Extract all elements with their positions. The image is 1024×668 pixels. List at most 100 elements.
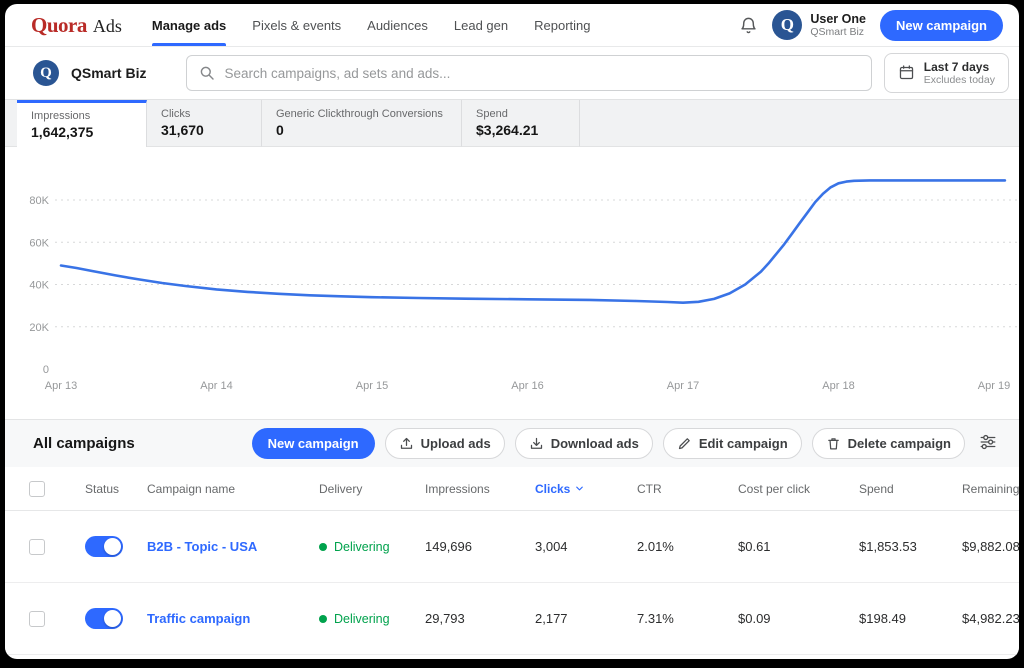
status-toggle[interactable] (85, 608, 123, 629)
metric-tab-conversions[interactable]: Generic Clickthrough Conversions 0 (262, 100, 462, 147)
nav-item-audiences[interactable]: Audiences (367, 4, 428, 46)
date-range-label: Last 7 days (924, 60, 989, 74)
column-header-cpc[interactable]: Cost per click (738, 482, 859, 496)
topnav-right: Q User One QSmart Biz New campaign (739, 10, 1003, 41)
impressions-value: 149,696 (425, 539, 535, 554)
metric-value: 31,670 (161, 122, 247, 138)
metric-tabs-bar: Impressions 1,642,375 Clicks 31,670 Gene… (5, 99, 1019, 147)
date-range-note: Excludes today (924, 74, 995, 87)
user-avatar: Q (772, 10, 802, 40)
search-box (186, 55, 871, 91)
metric-tabs-filler (580, 100, 1019, 147)
nav-item-reporting[interactable]: Reporting (534, 4, 590, 46)
account-bar: Q QSmart Biz Last 7 days Excludes today (5, 47, 1019, 99)
search-input[interactable] (224, 66, 858, 81)
svg-text:60K: 60K (29, 237, 49, 249)
metric-tab-clicks[interactable]: Clicks 31,670 (147, 100, 262, 147)
impressions-value: 29,793 (425, 611, 535, 626)
download-ads-button[interactable]: Download ads (515, 428, 653, 459)
clicks-value: 3,004 (535, 539, 637, 554)
svg-text:40K: 40K (29, 280, 49, 292)
date-range-meta: Last 7 days Excludes today (924, 60, 995, 87)
column-header-impressions[interactable]: Impressions (425, 482, 535, 496)
upload-icon (399, 436, 414, 451)
column-header-spend[interactable]: Spend (859, 482, 962, 496)
svg-text:Apr 13: Apr 13 (45, 380, 77, 392)
upload-ads-label: Upload ads (421, 436, 491, 451)
metric-tab-spend[interactable]: Spend $3,264.21 (462, 100, 580, 147)
campaigns-toolbar: All campaigns New campaign Upload ads Do… (5, 419, 1019, 467)
delivery-status: Delivering (319, 612, 425, 626)
campaign-name-link[interactable]: Traffic campaign (147, 611, 319, 626)
nav-item-lead-gen[interactable]: Lead gen (454, 4, 508, 46)
metric-label: Spend (476, 108, 565, 120)
column-header-campaign-name[interactable]: Campaign name (147, 482, 319, 496)
user-meta: User One QSmart Biz (810, 12, 866, 38)
svg-text:Apr 17: Apr 17 (667, 380, 699, 392)
top-nav: Quora Ads Manage ads Pixels & events Aud… (5, 4, 1019, 47)
account-avatar: Q (33, 60, 59, 86)
calendar-icon (898, 64, 915, 81)
column-settings-sliders-icon[interactable] (975, 429, 1001, 458)
column-header-status[interactable]: Status (85, 482, 147, 496)
table-row: B2B - Topic - USA Delivering 149,696 3,0… (5, 511, 1019, 583)
metric-value: 0 (276, 122, 447, 138)
ctr-value: 7.31% (637, 611, 738, 626)
notifications-bell-icon[interactable] (739, 16, 758, 35)
svg-text:Apr 19: Apr 19 (978, 380, 1010, 392)
status-toggle[interactable] (85, 536, 123, 557)
svg-text:0: 0 (43, 364, 49, 376)
new-campaign-button-top[interactable]: New campaign (880, 10, 1003, 41)
pencil-icon (677, 436, 692, 451)
column-header-remaining[interactable]: Remaining (962, 482, 1019, 496)
column-header-clicks[interactable]: Clicks (535, 482, 637, 496)
chevron-down-icon (574, 483, 585, 494)
cpc-value: $0.61 (738, 539, 859, 554)
clicks-header-label: Clicks (535, 482, 570, 496)
new-campaign-button-toolbar[interactable]: New campaign (252, 428, 375, 459)
svg-text:Apr 16: Apr 16 (511, 380, 543, 392)
quora-ads-logo[interactable]: Quora Ads (31, 13, 122, 38)
chart-section: 020K40K60K80KApr 13Apr 14Apr 15Apr 16Apr… (5, 147, 1019, 419)
clicks-value: 2,177 (535, 611, 637, 626)
upload-ads-button[interactable]: Upload ads (385, 428, 505, 459)
trash-icon (826, 436, 841, 451)
spend-value: $198.49 (859, 611, 962, 626)
column-header-ctr[interactable]: CTR (637, 482, 738, 496)
quora-wordmark: Quora (31, 13, 87, 38)
metric-tab-impressions[interactable]: Impressions 1,642,375 (17, 100, 147, 147)
search-icon (199, 65, 215, 81)
delete-campaign-label: Delete campaign (848, 436, 951, 451)
metric-value: $3,264.21 (476, 122, 565, 138)
svg-text:Apr 14: Apr 14 (200, 380, 232, 392)
account-name: QSmart Biz (71, 65, 146, 81)
delete-campaign-button[interactable]: Delete campaign (812, 428, 965, 459)
user-menu[interactable]: Q User One QSmart Biz (772, 10, 866, 40)
metric-value: 1,642,375 (31, 124, 132, 140)
date-range-button[interactable]: Last 7 days Excludes today (884, 53, 1009, 94)
download-ads-label: Download ads (551, 436, 639, 451)
spend-value: $1,853.53 (859, 539, 962, 554)
row-checkbox[interactable] (29, 539, 45, 555)
delivering-dot-icon (319, 615, 327, 623)
select-all-checkbox[interactable] (29, 481, 45, 497)
metric-label: Clicks (161, 108, 247, 120)
nav-item-manage-ads[interactable]: Manage ads (152, 4, 226, 46)
row-checkbox[interactable] (29, 611, 45, 627)
ads-wordmark: Ads (93, 16, 122, 37)
delivery-label: Delivering (334, 612, 390, 626)
download-icon (529, 436, 544, 451)
campaigns-title: All campaigns (33, 435, 135, 452)
cpc-value: $0.09 (738, 611, 859, 626)
remaining-value: $4,982.23 (962, 611, 1019, 626)
impressions-line-chart: 020K40K60K80KApr 13Apr 14Apr 15Apr 16Apr… (5, 147, 1019, 419)
user-org: QSmart Biz (810, 26, 866, 38)
user-name: User One (810, 12, 866, 26)
table-row: Traffic campaign Delivering 29,793 2,177… (5, 583, 1019, 655)
column-header-delivery[interactable]: Delivery (319, 482, 425, 496)
remaining-value: $9,882.08 (962, 539, 1019, 554)
svg-text:Apr 15: Apr 15 (356, 380, 388, 392)
campaign-name-link[interactable]: B2B - Topic - USA (147, 539, 319, 554)
edit-campaign-button[interactable]: Edit campaign (663, 428, 802, 459)
nav-item-pixels-events[interactable]: Pixels & events (252, 4, 341, 46)
